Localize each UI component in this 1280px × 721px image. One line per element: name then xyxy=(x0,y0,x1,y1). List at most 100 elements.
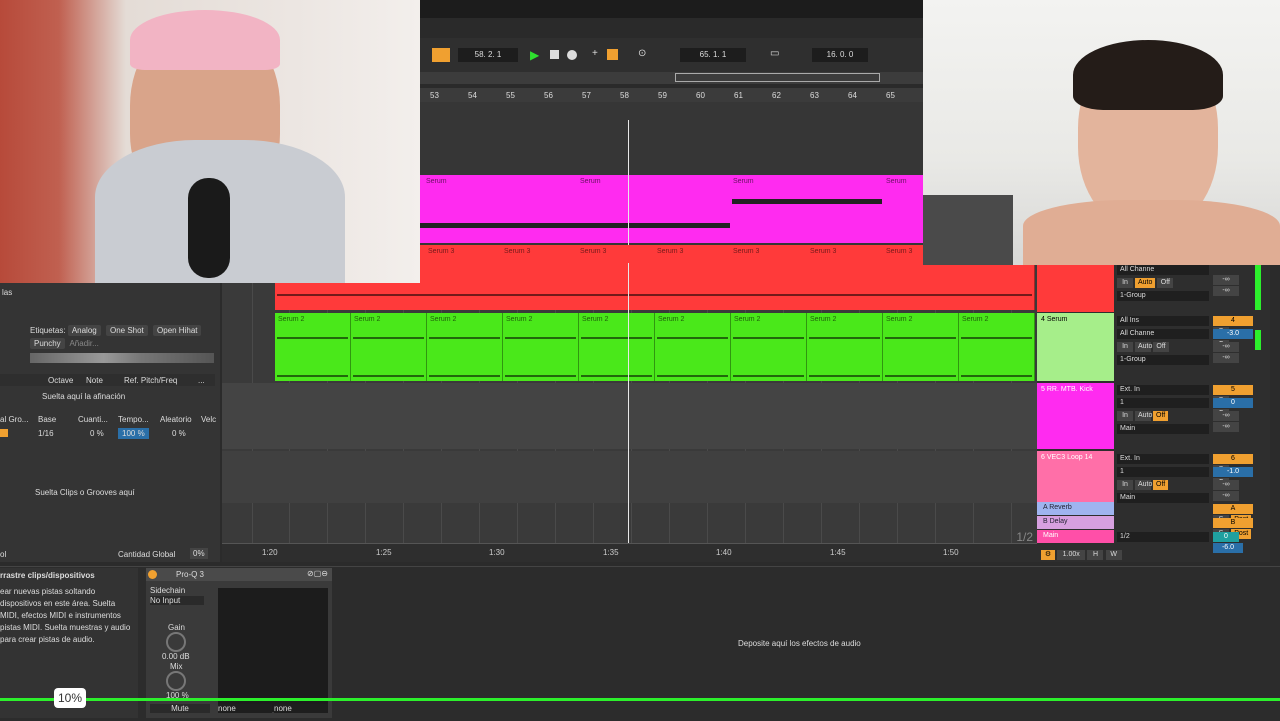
track-header-serum[interactable]: 4 Serum xyxy=(1037,313,1114,381)
tag-add[interactable]: Añadir... xyxy=(69,339,98,348)
clip-serum2[interactable]: Serum 2 xyxy=(427,313,503,381)
output-dropdown[interactable]: Main xyxy=(1117,493,1209,503)
global-amount-value[interactable]: 0% xyxy=(190,548,208,559)
master-db[interactable]: -6.0 xyxy=(1213,543,1243,553)
input-channel-dropdown[interactable]: 1 xyxy=(1117,467,1209,477)
input-type-dropdown[interactable]: Ext. In xyxy=(1117,454,1209,464)
monitor-in[interactable]: In xyxy=(1117,411,1133,421)
send-b[interactable]: -∞ xyxy=(1213,353,1239,363)
video-clip-serum3-labels[interactable]: Serum 3 Serum 3 Serum 3 Serum 3 Serum 3 … xyxy=(420,245,923,263)
return-activator[interactable]: B xyxy=(1213,518,1253,528)
groove-tempo[interactable]: 100 % xyxy=(118,428,149,439)
clip-serum2[interactable]: Serum 2 xyxy=(959,313,1035,381)
tag-one-shot[interactable]: One Shot xyxy=(105,325,148,336)
monitor-auto[interactable]: Auto xyxy=(1135,411,1152,421)
track-activator[interactable]: 5 xyxy=(1213,385,1253,395)
mix-knob[interactable] xyxy=(166,671,186,691)
monitor-off[interactable]: Off xyxy=(1153,342,1169,352)
clip-serum2[interactable]: Serum 2 xyxy=(807,313,883,381)
overview-bar[interactable] xyxy=(420,72,923,84)
send-b[interactable]: -∞ xyxy=(1213,422,1239,432)
tag-analog[interactable]: Analog xyxy=(67,325,101,336)
monitor-off[interactable]: Off xyxy=(1153,411,1169,421)
gain-knob[interactable] xyxy=(166,632,186,652)
groove-random[interactable]: 0 % xyxy=(172,429,186,438)
none-dropdown-1[interactable]: none xyxy=(218,704,272,713)
waveform-preview[interactable] xyxy=(30,353,214,363)
track-header-loop[interactable]: 6 VEC3 Loop 14 xyxy=(1037,451,1114,503)
send-b[interactable]: -∞ xyxy=(1213,286,1239,296)
record-icon[interactable] xyxy=(567,50,577,60)
sidechain-dropdown[interactable]: No Input xyxy=(150,596,204,605)
tag-punchy[interactable]: Punchy xyxy=(30,338,65,349)
groove-base[interactable]: 1/16 xyxy=(38,429,54,438)
device-power-icon[interactable] xyxy=(148,570,157,579)
video-progress-line[interactable] xyxy=(0,698,1280,701)
return-track-delay[interactable]: B Delay xyxy=(1037,516,1114,529)
tag-open-hihat[interactable]: Open Hihat xyxy=(153,325,202,336)
send-a[interactable]: -∞ xyxy=(1213,411,1239,421)
follow-icon[interactable] xyxy=(432,48,450,62)
none-dropdown-2[interactable]: none xyxy=(274,704,328,713)
arrangement-view[interactable]: Serum 2 Serum 2 Serum 2 Serum 2 Serum 2 … xyxy=(222,262,1037,562)
mute-button[interactable]: Mute xyxy=(150,704,210,713)
zoom-value[interactable]: 1.00x xyxy=(1057,550,1086,560)
output-dropdown[interactable]: 1-Group xyxy=(1117,291,1209,301)
loop-icon[interactable]: ⊙ xyxy=(638,48,646,59)
volume-value[interactable]: 0 xyxy=(1213,398,1253,408)
master-volume[interactable]: 0 xyxy=(1213,532,1239,542)
clip-serum2[interactable]: Serum 2 xyxy=(351,313,427,381)
video-clip-serum[interactable]: Serum Serum Serum Serum xyxy=(420,175,923,243)
proq-display[interactable] xyxy=(218,588,328,712)
loop-start-display[interactable]: 65. 1. 1 xyxy=(680,48,746,62)
monitor-off[interactable]: Off xyxy=(1153,480,1169,490)
overdub-icon[interactable]: + xyxy=(592,48,598,59)
volume-value[interactable]: -3.0 xyxy=(1213,329,1253,339)
overview-window[interactable] xyxy=(675,73,880,82)
clip-serum2[interactable]: Serum 2 xyxy=(731,313,807,381)
position-display[interactable]: 58. 2. 1 xyxy=(458,48,518,62)
monitor-in[interactable]: In xyxy=(1117,342,1133,352)
input-channel-dropdown[interactable]: 1 xyxy=(1117,398,1209,408)
automation-icon[interactable] xyxy=(607,49,618,60)
groove-hot-icon[interactable] xyxy=(0,429,8,437)
groove-quantize[interactable]: 0 % xyxy=(90,429,104,438)
send-a[interactable]: -∞ xyxy=(1213,342,1239,352)
punch-icon[interactable]: ▭ xyxy=(770,48,779,59)
arrangement-timeline[interactable]: 1:20 1:25 1:30 1:35 1:40 1:45 1:50 xyxy=(222,543,1037,562)
clip-serum2[interactable]: Serum 2 xyxy=(655,313,731,381)
monitor-in[interactable]: In xyxy=(1117,480,1133,490)
clip-serum2[interactable]: Serum 2 xyxy=(579,313,655,381)
device-window-icons[interactable]: ⊘▢⊖ xyxy=(307,569,328,578)
track-header-partial[interactable] xyxy=(1037,262,1114,312)
height-button[interactable]: H xyxy=(1087,550,1104,560)
monitor-auto[interactable]: Auto xyxy=(1135,342,1152,352)
send-a[interactable]: -∞ xyxy=(1213,275,1239,285)
master-track[interactable]: Main xyxy=(1037,530,1114,543)
page-indicator[interactable]: 1/2 xyxy=(1016,530,1033,544)
monitor-auto[interactable]: Auto xyxy=(1135,278,1156,288)
clip-serum2[interactable]: Serum 2 xyxy=(883,313,959,381)
output-dropdown[interactable]: 1-Group xyxy=(1117,355,1209,365)
stop-icon[interactable] xyxy=(550,50,559,59)
device-name[interactable]: Pro-Q 3 xyxy=(176,570,204,579)
send-b[interactable]: -∞ xyxy=(1213,491,1239,501)
master-output-dropdown[interactable]: 1/2 xyxy=(1117,532,1209,542)
output-dropdown[interactable]: Main xyxy=(1117,424,1209,434)
bar-ruler[interactable]: 53 54 55 56 57 58 59 60 61 62 63 64 65 xyxy=(420,88,923,102)
width-button[interactable]: W xyxy=(1105,550,1122,560)
more-icon[interactable]: ... xyxy=(198,376,205,385)
monitor-off[interactable]: Off xyxy=(1157,278,1174,288)
send-a[interactable]: -∞ xyxy=(1213,480,1239,490)
input-channel-dropdown[interactable]: All Channe xyxy=(1117,265,1209,275)
volume-value[interactable]: -1.0 xyxy=(1213,467,1253,477)
track-header-kick[interactable]: 5 RR. MTB. Kick xyxy=(1037,383,1114,449)
clip-serum2[interactable]: Serum 2 xyxy=(275,313,351,381)
input-type-dropdown[interactable]: All Ins xyxy=(1117,316,1209,326)
loop-length-display[interactable]: 16. 0. 0 xyxy=(812,48,868,62)
input-type-dropdown[interactable]: Ext. In xyxy=(1117,385,1209,395)
monitor-auto[interactable]: Auto xyxy=(1135,480,1152,490)
groove-row[interactable]: 1/16 0 % 100 % 0 % xyxy=(0,428,218,439)
track-activator[interactable]: 4 xyxy=(1213,316,1253,326)
return-activator[interactable]: A xyxy=(1213,504,1253,514)
